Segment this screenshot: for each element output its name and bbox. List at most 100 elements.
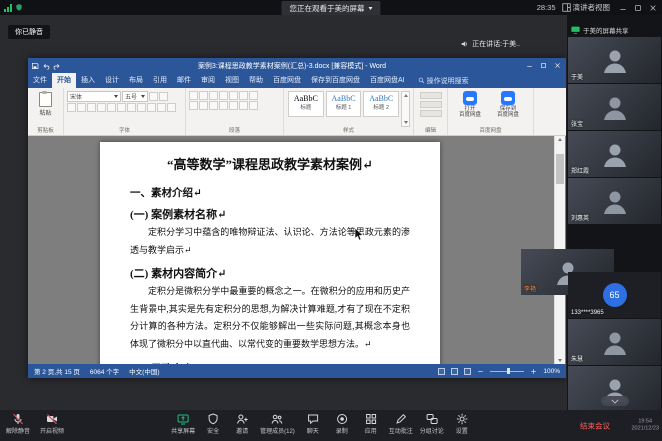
highlight-button[interactable]: [137, 103, 146, 112]
font-color-button[interactable]: [147, 103, 156, 112]
redo-icon[interactable]: [53, 62, 61, 70]
decrease-indent-button[interactable]: [219, 91, 228, 100]
tab-baidu-netdisk[interactable]: 百度网盘: [268, 73, 306, 88]
word-count[interactable]: 6064 个字: [90, 366, 119, 376]
invite-button[interactable]: 邀请: [231, 413, 253, 435]
tab-review[interactable]: 审阅: [196, 73, 220, 88]
char-shading-button[interactable]: [157, 103, 166, 112]
save-icon[interactable]: [31, 62, 39, 70]
increase-indent-button[interactable]: [229, 91, 238, 100]
replace-button[interactable]: [420, 101, 442, 108]
web-layout-button[interactable]: [464, 368, 471, 375]
style-card-heading2[interactable]: AaBbC 标题 2: [363, 91, 399, 117]
undo-icon[interactable]: [42, 62, 50, 70]
save-to-netdisk-button[interactable]: 保存到 百度网盘: [489, 91, 527, 119]
find-button[interactable]: [420, 92, 442, 99]
justify-button[interactable]: [219, 101, 228, 110]
font-name-combo[interactable]: 宋体: [67, 91, 121, 102]
document-canvas[interactable]: “高等数学”课程思政教学素材案例↵ 一、素材介绍↵ (一) 案例素材名称↵ 定积…: [28, 136, 566, 364]
participant-tile[interactable]: 郑红霞: [568, 131, 661, 177]
chevron-down-icon: [611, 399, 619, 404]
tab-home[interactable]: 开始: [52, 73, 76, 88]
bold-button[interactable]: [67, 103, 76, 112]
multilevel-list-button[interactable]: [209, 91, 218, 100]
close-button[interactable]: [646, 1, 660, 14]
zoom-level[interactable]: 100%: [543, 368, 560, 375]
doc-heading-2: (一) 案例素材名称↵: [130, 206, 410, 222]
apps-button[interactable]: 应用: [360, 413, 382, 435]
bullets-button[interactable]: [189, 91, 198, 100]
manage-members-button[interactable]: 管理成员(12): [260, 413, 295, 435]
participant-tile[interactable]: 张宝: [568, 84, 661, 130]
align-center-button[interactable]: [199, 101, 208, 110]
participant-tile[interactable]: 65 133****3965: [568, 272, 661, 318]
participant-tile[interactable]: 朱慧: [568, 319, 661, 365]
font-size-combo[interactable]: 五号: [122, 91, 148, 102]
subscript-button[interactable]: [107, 103, 116, 112]
read-mode-button[interactable]: [438, 368, 445, 375]
paste-button[interactable]: 粘贴: [31, 92, 60, 117]
numbering-button[interactable]: [199, 91, 208, 100]
tab-design[interactable]: 设计: [100, 73, 124, 88]
styles-gallery-scroll[interactable]: [401, 91, 410, 127]
char-border-button[interactable]: [167, 103, 176, 112]
strikethrough-button[interactable]: [97, 103, 106, 112]
align-left-button[interactable]: [189, 101, 198, 110]
style-card-heading1[interactable]: AaBbC 标题 1: [326, 91, 362, 117]
zoom-in-icon[interactable]: [530, 368, 537, 375]
watching-banner[interactable]: 您正在观看于美的屏幕: [282, 1, 381, 16]
tab-help[interactable]: 帮助: [244, 73, 268, 88]
share-screen-button[interactable]: 共享屏幕: [171, 413, 195, 435]
open-netdisk-button[interactable]: 打开 百度网盘: [451, 91, 489, 119]
select-button[interactable]: [420, 110, 442, 117]
security-button[interactable]: 安全: [202, 413, 224, 435]
chat-button[interactable]: 聊天: [302, 413, 324, 435]
italic-button[interactable]: [77, 103, 86, 112]
line-spacing-button[interactable]: [229, 101, 238, 110]
zoom-out-icon[interactable]: [477, 368, 484, 375]
language-indicator[interactable]: 中文(中国): [129, 366, 159, 376]
underline-button[interactable]: [87, 103, 96, 112]
start-video-button[interactable]: 开启视频: [40, 413, 64, 435]
end-meeting-button[interactable]: 结束会议: [574, 417, 616, 434]
participant-tile[interactable]: 刘惠英: [568, 178, 661, 224]
tell-me-search[interactable]: 操作说明搜索: [418, 76, 469, 86]
speaker-view-button[interactable]: 演讲者视图: [562, 2, 611, 13]
participant-tile[interactable]: 于美: [568, 37, 661, 83]
tab-layout[interactable]: 布局: [124, 73, 148, 88]
grow-font-button[interactable]: [149, 92, 158, 101]
shading-button[interactable]: [239, 101, 248, 110]
print-layout-button[interactable]: [451, 368, 458, 375]
document-page[interactable]: “高等数学”课程思政教学素材案例↵ 一、素材介绍↵ (一) 案例素材名称↵ 定积…: [100, 142, 440, 364]
tab-file[interactable]: 文件: [28, 73, 52, 88]
tab-view[interactable]: 视图: [220, 73, 244, 88]
minimize-button[interactable]: [616, 1, 630, 14]
style-card-title[interactable]: AaBbC 标题: [288, 91, 324, 117]
word-restore-button[interactable]: [537, 60, 549, 71]
page-indicator[interactable]: 第 2 页,共 15 页: [34, 366, 80, 376]
breakout-rooms-button[interactable]: 分组讨论: [420, 413, 444, 435]
text-effects-button[interactable]: [127, 103, 136, 112]
zoom-slider[interactable]: [490, 371, 524, 372]
annotate-button[interactable]: 互动批注: [389, 413, 413, 435]
align-right-button[interactable]: [209, 101, 218, 110]
maximize-button[interactable]: [631, 1, 645, 14]
show-marks-button[interactable]: [249, 91, 258, 100]
record-button[interactable]: 录制: [331, 413, 353, 435]
sort-button[interactable]: [239, 91, 248, 100]
tab-references[interactable]: 引用: [148, 73, 172, 88]
borders-button[interactable]: [249, 101, 258, 110]
tab-mailings[interactable]: 邮件: [172, 73, 196, 88]
word-minimize-button[interactable]: [523, 60, 535, 71]
ribbon: 粘贴 剪贴板 宋体 五号: [28, 88, 566, 136]
scrollbar-thumb[interactable]: [556, 154, 564, 184]
tab-insert[interactable]: 插入: [76, 73, 100, 88]
tab-netdisk-ai[interactable]: 百度网盘AI: [365, 73, 410, 88]
tab-save-to-netdisk[interactable]: 保存到百度网盘: [306, 73, 365, 88]
settings-button[interactable]: 设置: [451, 413, 473, 435]
unmute-button[interactable]: 解除静音: [6, 413, 30, 435]
shrink-font-button[interactable]: [159, 92, 168, 101]
word-close-button[interactable]: [551, 60, 563, 71]
superscript-button[interactable]: [117, 103, 126, 112]
scroll-more-participants-button[interactable]: [601, 396, 629, 406]
